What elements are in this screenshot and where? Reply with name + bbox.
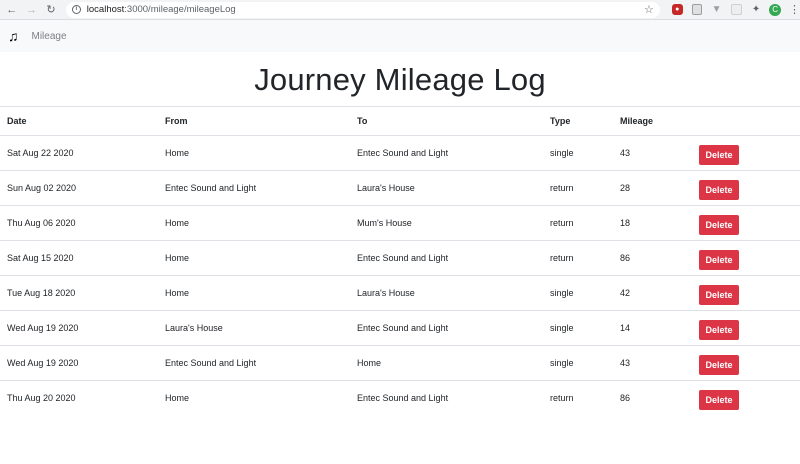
bookmark-star-icon[interactable]: ☆	[644, 3, 654, 16]
url-text[interactable]: localhost:3000/mileage/mileageLog	[87, 4, 236, 15]
cell-mileage: 42	[613, 275, 699, 311]
delete-button[interactable]: Delete	[699, 284, 739, 305]
table-row: Sat Aug 15 2020 Home Entec Sound and Light…	[0, 240, 800, 276]
browser-toolbar: ← → ↻ i localhost:3000/mileage/mileageLo…	[0, 0, 800, 20]
cell-action: Delete	[699, 310, 800, 346]
profile-avatar[interactable]: C	[769, 3, 781, 16]
cell-date: Thu Aug 20 2020	[0, 380, 158, 416]
cell-from: Laura's House	[158, 310, 350, 346]
cell-from: Entec Sound and Light	[158, 345, 350, 381]
nav-link-mileage[interactable]: Mileage	[32, 31, 67, 42]
cell-date: Sat Aug 22 2020	[0, 135, 158, 171]
cell-action: Delete	[699, 240, 800, 276]
cell-action: Delete	[699, 135, 800, 171]
cell-to: Laura's House	[350, 170, 543, 206]
cell-action: Delete	[699, 205, 800, 241]
column-header-mileage: Mileage	[613, 106, 699, 136]
delete-button[interactable]: Delete	[699, 249, 739, 270]
cell-to: Mum's House	[350, 205, 543, 241]
table-row: Wed Aug 19 2020 Laura's House Entec Sound …	[0, 310, 800, 346]
cell-to: Entec Sound and Light	[350, 380, 543, 416]
column-header-action	[699, 106, 800, 136]
menu-dots-icon[interactable]: ⋮	[789, 3, 800, 16]
cell-to: Entec Sound and Light	[350, 240, 543, 276]
cell-mileage: 18	[613, 205, 699, 241]
puzzle-extensions-icon[interactable]: ✦	[751, 4, 762, 15]
cell-from: Entec Sound and Light	[158, 170, 350, 206]
cell-from: Home	[158, 275, 350, 311]
app-navbar: ♫ Mileage	[0, 20, 800, 52]
cell-action: Delete	[699, 345, 800, 381]
grid-extension-icon[interactable]	[691, 4, 703, 15]
cell-date: Thu Aug 06 2020	[0, 205, 158, 241]
cell-type: single	[543, 275, 613, 311]
cell-action: Delete	[699, 380, 800, 416]
column-header-type: Type	[543, 106, 613, 136]
cell-from: Home	[158, 240, 350, 276]
music-note-icon[interactable]: ♫	[8, 28, 19, 44]
shield-extension-icon[interactable]: ●	[671, 4, 683, 15]
cell-from: Home	[158, 205, 350, 241]
table-row: Sun Aug 02 2020 Entec Sound and Light Laur…	[0, 170, 800, 206]
cell-type: return	[543, 240, 613, 276]
cell-action: Delete	[699, 275, 800, 311]
back-arrow-icon[interactable]: ←	[5, 3, 19, 17]
delete-button[interactable]: Delete	[699, 144, 739, 165]
cell-action: Delete	[699, 170, 800, 206]
address-bar[interactable]: i localhost:3000/mileage/mileageLog ☆	[65, 1, 660, 18]
cell-date: Tue Aug 18 2020	[0, 275, 158, 311]
cell-mileage: 28	[613, 170, 699, 206]
table-body: Sat Aug 22 2020 Home Entec Sound and Light…	[0, 135, 800, 416]
cell-mileage: 86	[613, 240, 699, 276]
table-row: Thu Aug 20 2020 Home Entec Sound and Light…	[0, 380, 800, 416]
cell-type: single	[543, 345, 613, 381]
blank-extension-icon[interactable]	[730, 4, 742, 15]
cell-mileage: 86	[613, 380, 699, 416]
cell-date: Sat Aug 15 2020	[0, 240, 158, 276]
cell-to: Entec Sound and Light	[350, 135, 543, 171]
delete-button[interactable]: Delete	[699, 179, 739, 200]
page-title: Journey Mileage Log	[254, 62, 546, 97]
delete-button[interactable]: Delete	[699, 319, 739, 340]
table-row: Wed Aug 19 2020 Entec Sound and Light Home…	[0, 345, 800, 381]
cell-from: Home	[158, 380, 350, 416]
table-header-row: Date From To Type Mileage	[0, 106, 800, 136]
cell-type: single	[543, 135, 613, 171]
table-row: Tue Aug 18 2020 Home Laura's House single 42…	[0, 275, 800, 311]
info-icon[interactable]: i	[71, 5, 81, 14]
cell-type: return	[543, 170, 613, 206]
cell-to: Home	[350, 345, 543, 381]
cell-type: single	[543, 310, 613, 346]
cell-mileage: 43	[613, 135, 699, 171]
reload-icon[interactable]: ↻	[44, 3, 58, 17]
cell-date: Wed Aug 19 2020	[0, 310, 158, 346]
delete-button[interactable]: Delete	[699, 354, 739, 375]
cell-date: Sun Aug 02 2020	[0, 170, 158, 206]
cell-type: return	[543, 205, 613, 241]
cell-from: Home	[158, 135, 350, 171]
column-header-from: From	[158, 106, 350, 136]
table-row: Thu Aug 06 2020 Home Mum's House return 18 De…	[0, 205, 800, 241]
funnel-extension-icon[interactable]: ▼	[711, 4, 722, 15]
cell-date: Wed Aug 19 2020	[0, 345, 158, 381]
delete-button[interactable]: Delete	[699, 389, 739, 410]
cell-mileage: 14	[613, 310, 699, 346]
column-header-to: To	[350, 106, 543, 136]
cell-to: Laura's House	[350, 275, 543, 311]
table-row: Sat Aug 22 2020 Home Entec Sound and Light…	[0, 135, 800, 171]
mileage-table: Date From To Type Mileage Sat Aug 22 202…	[0, 106, 800, 416]
cell-type: return	[543, 380, 613, 416]
cell-mileage: 43	[613, 345, 699, 381]
delete-button[interactable]: Delete	[699, 214, 739, 235]
column-header-date: Date	[0, 106, 158, 136]
forward-arrow-icon[interactable]: →	[25, 3, 39, 17]
cell-to: Entec Sound and Light	[350, 310, 543, 346]
